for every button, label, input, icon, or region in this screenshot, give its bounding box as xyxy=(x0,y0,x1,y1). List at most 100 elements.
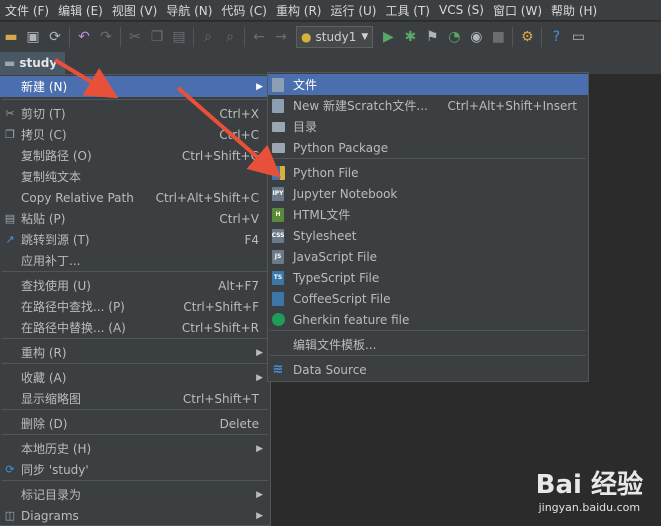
context-menu-item[interactable]: 显示缩略图 Ctrl+Shift+T xyxy=(0,388,270,409)
menubar-item[interactable]: 文件 (F) xyxy=(0,2,53,19)
submenu-item[interactable]: Python File xyxy=(268,162,588,183)
undo-icon[interactable]: ↶ xyxy=(73,26,95,48)
context-menu-item[interactable]: ❐ 拷贝 (C) Ctrl+C xyxy=(0,124,270,145)
menubar-item[interactable]: 窗口 (W) xyxy=(488,2,546,19)
menubar-item[interactable]: VCS (S) xyxy=(434,3,488,17)
context-menu-item[interactable]: 复制路径 (O) Ctrl+Shift+C xyxy=(0,145,270,166)
menubar-item[interactable]: 工具 (T) xyxy=(380,2,434,19)
toolbar: ▬ ▣ ⟳ ↶ ↷ ✂ ❐ ▤ ⌕ ⌕ ← → ● study1 ▼ ▶ ✱ ⚑… xyxy=(0,21,661,52)
find-icon[interactable]: ⌕ xyxy=(197,26,219,48)
context-menu-item[interactable]: ✂ 剪切 (T) Ctrl+X xyxy=(0,103,270,124)
context-menu-item-label: 显示缩略图 xyxy=(21,392,82,406)
coverage-icon[interactable]: ⚑ xyxy=(421,26,443,48)
submenu-item[interactable]: ≋ Data Source xyxy=(268,359,588,380)
submenu-item-label: Jupyter Notebook xyxy=(293,186,398,201)
context-menu-item[interactable]: 收藏 (A) ▶ xyxy=(0,367,270,388)
js-file-icon: JS xyxy=(271,249,285,264)
submenu-item[interactable]: 编辑文件模板... xyxy=(268,334,588,355)
concurrency-icon[interactable]: ◉ xyxy=(465,26,487,48)
copy-icon[interactable]: ❐ xyxy=(146,26,168,48)
context-menu-item[interactable]: 新建 (N) ▶ xyxy=(0,76,270,97)
menu-separator xyxy=(2,99,268,100)
context-menu-item-label: 同步 'study' xyxy=(21,463,89,477)
shortcut-label: Ctrl+Shift+F xyxy=(183,299,259,314)
run-icon[interactable]: ▶ xyxy=(377,26,399,48)
context-menu-item-label: 本地历史 (H) xyxy=(21,442,92,456)
menu-separator xyxy=(270,355,586,356)
context-menu-item[interactable]: 在路径中查找... (P) Ctrl+Shift+F xyxy=(0,296,270,317)
gherkin-icon xyxy=(271,313,285,327)
paste-icon[interactable]: ▤ xyxy=(168,26,190,48)
sync-icon: ⟳ xyxy=(5,463,15,476)
context-menu-item[interactable]: 标记目录为 ▶ xyxy=(0,484,270,505)
context-menu: 新建 (N) ▶ ✂ 剪切 (T) Ctrl+X ❐ 拷贝 (C) Ctrl+C 复制路径 (O… xyxy=(0,74,271,526)
menubar-item[interactable]: 运行 (U) xyxy=(326,2,381,19)
replace-icon[interactable]: ⌕ xyxy=(219,26,241,48)
context-menu-item-label: 标记目录为 xyxy=(21,488,82,502)
menubar-item[interactable]: 导航 (N) xyxy=(161,2,216,19)
terminal-icon[interactable]: ▭ xyxy=(567,26,589,48)
debug-icon[interactable]: ✱ xyxy=(399,26,421,48)
submenu-item[interactable]: CSS Stylesheet xyxy=(268,225,588,246)
submenu-item[interactable]: JS JavaScript File xyxy=(268,246,588,267)
profile-icon[interactable]: ◔ xyxy=(443,26,465,48)
context-menu-item-label: 应用补丁... xyxy=(21,254,81,268)
menubar-item[interactable]: 编辑 (E) xyxy=(53,2,107,19)
context-menu-item-label: 新建 (N) xyxy=(21,80,68,94)
shortcut-label: Ctrl+C xyxy=(219,127,259,142)
context-menu-item[interactable]: 复制纯文本 xyxy=(0,166,270,187)
save-icon[interactable]: ▣ xyxy=(22,26,44,48)
context-menu-item[interactable]: 删除 (D) Delete xyxy=(0,413,270,434)
submenu-item[interactable]: H HTML文件 xyxy=(268,204,588,225)
submenu-item-label: Gherkin feature file xyxy=(293,312,410,327)
context-menu-item[interactable]: 在路径中替换... (A) Ctrl+Shift+R xyxy=(0,317,270,338)
forward-icon[interactable]: → xyxy=(270,26,292,48)
context-menu-item[interactable]: 查找使用 (U) Alt+F7 xyxy=(0,275,270,296)
context-menu-item[interactable]: 应用补丁... xyxy=(0,250,270,271)
stop-icon[interactable]: ■ xyxy=(487,26,509,48)
redo-icon[interactable]: ↷ xyxy=(95,26,117,48)
shortcut-label: Ctrl+V xyxy=(219,211,259,226)
context-menu-item[interactable]: 重构 (R) ▶ xyxy=(0,342,270,363)
submenu-item[interactable]: 目录 xyxy=(268,116,588,137)
submenu-arrow-icon: ▶ xyxy=(256,372,263,383)
menubar-item[interactable]: 代码 (C) xyxy=(216,2,271,19)
sync-icon[interactable]: ⟳ xyxy=(44,26,66,48)
cut-icon[interactable]: ✂ xyxy=(124,26,146,48)
submenu-item[interactable]: CoffeeScript File xyxy=(268,288,588,309)
context-menu-item[interactable]: ▤ 粘贴 (P) Ctrl+V xyxy=(0,208,270,229)
shortcut-label: Ctrl+Alt+Shift+Insert xyxy=(447,98,577,113)
context-menu-item[interactable]: 本地历史 (H) ▶ xyxy=(0,438,270,459)
shortcut-label: F4 xyxy=(244,232,259,247)
context-menu-item[interactable]: ◫ Diagrams ▶ xyxy=(0,505,270,526)
paste-icon: ▤ xyxy=(4,212,16,225)
folder-icon xyxy=(271,120,285,134)
menubar-item[interactable]: 重构 (R) xyxy=(271,2,326,19)
submenu-item-label: HTML文件 xyxy=(293,208,351,222)
submenu-item[interactable]: 文件 xyxy=(268,74,588,95)
context-menu-item[interactable]: ⟳ 同步 'study' xyxy=(0,459,270,480)
menubar-item[interactable]: 帮助 (H) xyxy=(546,2,601,19)
toolbar-separator xyxy=(193,27,194,47)
submenu-item-label: TypeScript File xyxy=(293,270,380,285)
submenu-arrow-icon: ▶ xyxy=(256,443,263,454)
toolbar-separator xyxy=(120,27,121,47)
shortcut-label: Ctrl+X xyxy=(219,106,259,121)
run-configuration-select[interactable]: ● study1 ▼ xyxy=(296,26,374,48)
submenu-item-label: Data Source xyxy=(293,362,367,377)
submenu-item[interactable]: Gherkin feature file xyxy=(268,309,588,330)
submenu-item[interactable]: TS TypeScript File xyxy=(268,267,588,288)
submenu-arrow-icon: ▶ xyxy=(256,347,263,358)
submenu-item[interactable]: IPY Jupyter Notebook xyxy=(268,183,588,204)
submenu-item[interactable]: New 新建Scratch文件... Ctrl+Alt+Shift+Insert xyxy=(268,95,588,116)
context-menu-item[interactable]: Copy Relative Path Ctrl+Alt+Shift+C xyxy=(0,187,270,208)
open-folder-icon[interactable]: ▬ xyxy=(0,26,22,48)
menubar-item[interactable]: 视图 (V) xyxy=(107,2,161,19)
back-icon[interactable]: ← xyxy=(248,26,270,48)
breadcrumb[interactable]: ▬ study xyxy=(0,52,66,74)
context-menu-item[interactable]: ↗ 跳转到源 (T) F4 xyxy=(0,229,270,250)
settings-icon[interactable]: ⚙ xyxy=(516,26,538,48)
submenu-item-label: New 新建Scratch文件... xyxy=(293,99,428,113)
help-icon[interactable]: ? xyxy=(545,26,567,48)
submenu-item[interactable]: Python Package xyxy=(268,137,588,158)
